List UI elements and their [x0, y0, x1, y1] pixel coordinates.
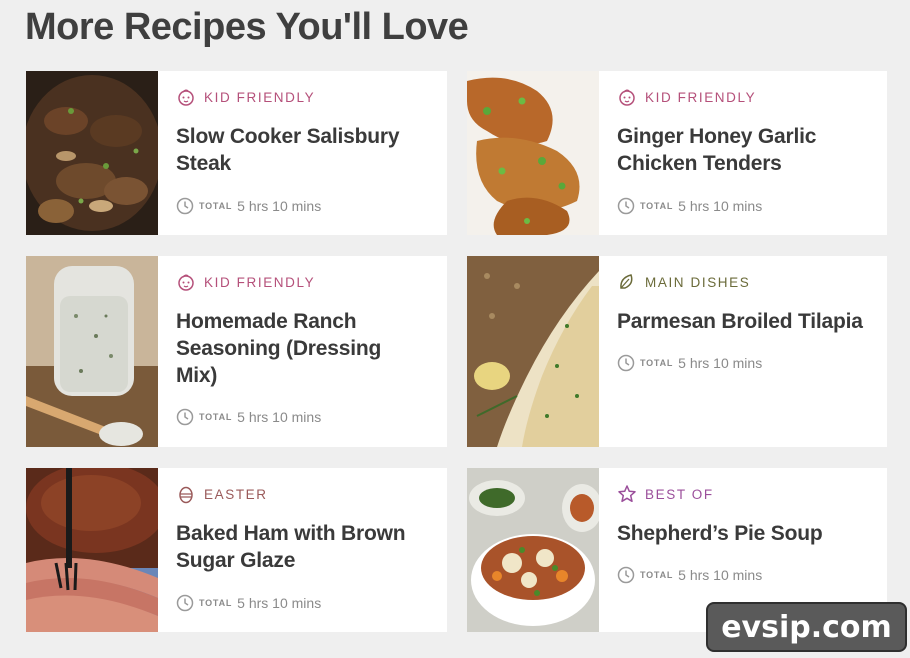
category-label[interactable]: MAIN DISHES	[617, 272, 887, 292]
total-time: TOTAL 5 hrs 10 mins	[176, 408, 321, 426]
clock-icon	[176, 408, 194, 426]
star-icon	[617, 484, 637, 504]
time-label: TOTAL	[199, 201, 233, 211]
category-text: KID FRIENDLY	[204, 89, 316, 105]
baby-face-icon	[176, 272, 196, 292]
recipe-card-ranch-seasoning[interactable]: KID FRIENDLY Homemade Ranch Seasoning (D…	[26, 256, 447, 447]
recipe-title[interactable]: Homemade Ranch Seasoning (Dressing Mix)	[176, 308, 426, 389]
category-label[interactable]: KID FRIENDLY	[176, 272, 447, 292]
total-time: TOTAL 5 hrs 10 mins	[617, 354, 762, 372]
category-text: BEST OF	[645, 486, 714, 502]
category-label[interactable]: KID FRIENDLY	[617, 87, 887, 107]
clock-icon	[617, 566, 635, 584]
recipe-title-line: Ginger Honey Garlic	[617, 125, 817, 148]
time-label: TOTAL	[199, 598, 233, 608]
recipe-title[interactable]: Shepherd’s Pie Soup	[617, 520, 867, 547]
category-label[interactable]: EASTER	[176, 484, 447, 504]
time-value: 5 hrs 10 mins	[237, 409, 322, 425]
time-value: 5 hrs 10 mins	[237, 595, 322, 611]
time-label: TOTAL	[640, 358, 674, 368]
time-value: 5 hrs 10 mins	[678, 198, 763, 214]
time-value: 5 hrs 10 mins	[678, 355, 763, 371]
recipe-card-tilapia[interactable]: MAIN DISHES Parmesan Broiled Tilapia TOT…	[467, 256, 887, 447]
category-text: KID FRIENDLY	[645, 89, 757, 105]
recipe-title-line: Steak	[176, 152, 232, 175]
category-text: MAIN DISHES	[645, 274, 751, 290]
recipe-card-salisbury-steak[interactable]: KID FRIENDLY Slow Cooker Salisbury Steak…	[26, 71, 447, 235]
total-time: TOTAL 5 hrs 10 mins	[617, 197, 762, 215]
time-label: TOTAL	[199, 412, 233, 422]
recipe-title[interactable]: Parmesan Broiled Tilapia	[617, 308, 877, 335]
baby-face-icon	[176, 87, 196, 107]
clock-icon	[617, 354, 635, 372]
egg-icon	[176, 484, 196, 504]
recipe-thumbnail[interactable]	[467, 71, 599, 235]
time-label: TOTAL	[640, 201, 674, 211]
category-label[interactable]: BEST OF	[617, 484, 887, 504]
recipe-title-line: Baked Ham with Brown	[176, 522, 406, 545]
recipe-title-line: Mix)	[176, 364, 218, 387]
total-time: TOTAL 5 hrs 10 mins	[176, 594, 321, 612]
recipe-thumbnail[interactable]	[26, 71, 158, 235]
recipe-title[interactable]: Ginger Honey Garlic Chicken Tenders	[617, 123, 867, 177]
section-heading: More Recipes You'll Love	[25, 6, 469, 48]
recipe-thumbnail[interactable]	[26, 468, 158, 632]
recipe-title[interactable]: Slow Cooker Salisbury Steak	[176, 123, 426, 177]
time-label: TOTAL	[640, 570, 674, 580]
clock-icon	[176, 197, 194, 215]
time-value: 5 hrs 10 mins	[678, 567, 763, 583]
recipe-card-baked-ham[interactable]: EASTER Baked Ham with Brown Sugar Glaze …	[26, 468, 447, 632]
recipe-title-line: Chicken Tenders	[617, 152, 782, 175]
recipe-title[interactable]: Baked Ham with Brown Sugar Glaze	[176, 520, 426, 574]
recipe-title-line: Sugar Glaze	[176, 549, 296, 572]
category-text: EASTER	[204, 486, 268, 502]
clock-icon	[617, 197, 635, 215]
leaf-icon	[617, 272, 637, 292]
baby-face-icon	[617, 87, 637, 107]
total-time: TOTAL 5 hrs 10 mins	[617, 566, 762, 584]
time-value: 5 hrs 10 mins	[237, 198, 322, 214]
recipe-title-line: Seasoning (Dressing	[176, 337, 382, 360]
watermark: evsip.com	[706, 602, 907, 652]
recipe-thumbnail[interactable]	[26, 256, 158, 447]
recipe-card-chicken-tenders[interactable]: KID FRIENDLY Ginger Honey Garlic Chicken…	[467, 71, 887, 235]
recipe-title-line: Slow Cooker Salisbury	[176, 125, 400, 148]
recipe-title-line: Parmesan Broiled Tilapia	[617, 310, 863, 333]
recipe-title-line: Shepherd’s Pie Soup	[617, 522, 823, 545]
recipe-thumbnail[interactable]	[467, 468, 599, 632]
clock-icon	[176, 594, 194, 612]
category-label[interactable]: KID FRIENDLY	[176, 87, 447, 107]
category-text: KID FRIENDLY	[204, 274, 316, 290]
recipe-thumbnail[interactable]	[467, 256, 599, 447]
recipe-title-line: Homemade Ranch	[176, 310, 357, 333]
total-time: TOTAL 5 hrs 10 mins	[176, 197, 321, 215]
